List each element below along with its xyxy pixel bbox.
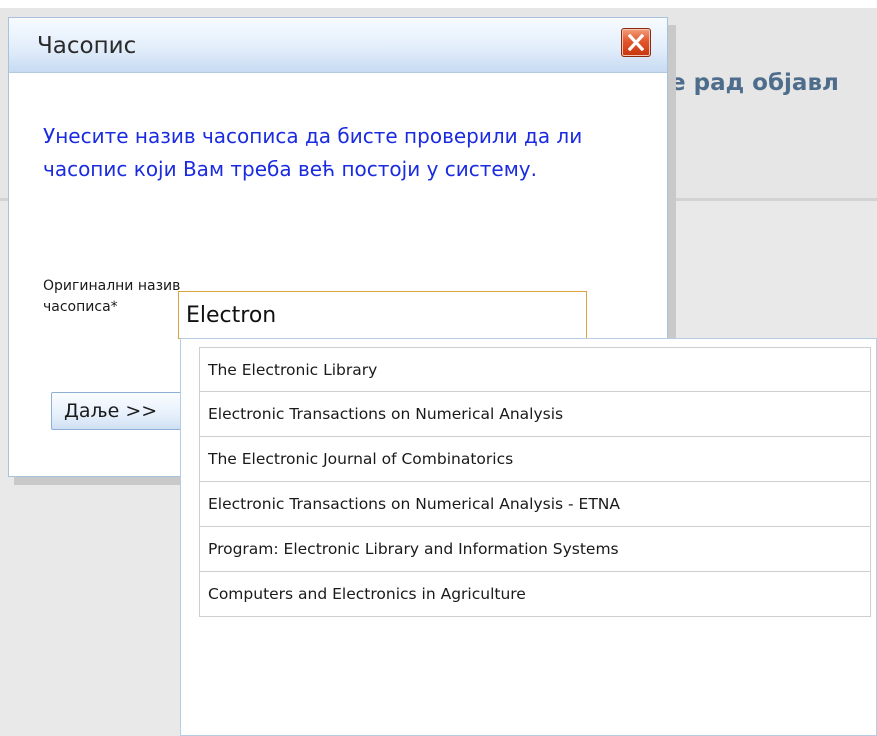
- background-heading: е рад објавл: [670, 70, 839, 96]
- autocomplete-item[interactable]: The Electronic Journal of Combinatorics: [199, 437, 871, 482]
- autocomplete-item[interactable]: Electronic Transactions on Numerical Ana…: [199, 482, 871, 527]
- dialog-instructions: Унесите назив часописа да бисте проверил…: [43, 124, 583, 181]
- dialog-title: Часопис: [37, 33, 137, 59]
- autocomplete-item[interactable]: Computers and Electronics in Agriculture: [199, 572, 871, 617]
- page: е рад објавл Часопис Унесите назив часоп…: [0, 0, 877, 736]
- journal-name-input[interactable]: [178, 291, 587, 339]
- autocomplete-list: The Electronic Library Electronic Transa…: [199, 347, 871, 617]
- autocomplete-item[interactable]: The Electronic Library: [199, 347, 871, 392]
- close-icon: [628, 34, 644, 51]
- close-button[interactable]: [621, 28, 651, 57]
- dialog-titlebar: Часопис: [9, 18, 667, 73]
- autocomplete-item[interactable]: Program: Electronic Library and Informat…: [199, 527, 871, 572]
- autocomplete-dropdown: The Electronic Library Electronic Transa…: [180, 338, 877, 736]
- autocomplete-item[interactable]: Electronic Transactions on Numerical Ana…: [199, 392, 871, 437]
- journal-name-label: Оригинални назив часописа*: [43, 278, 181, 315]
